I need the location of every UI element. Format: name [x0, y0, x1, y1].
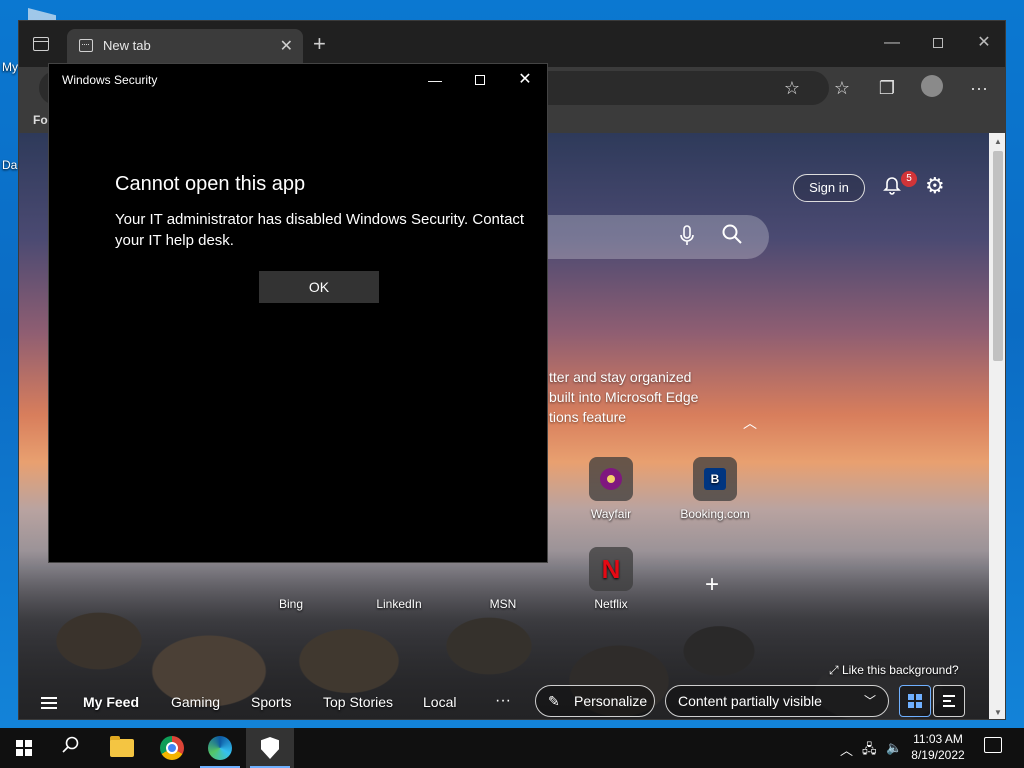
add-quick-link-icon[interactable]: +	[705, 571, 719, 599]
feed-tab-sports[interactable]: Sports	[251, 694, 291, 710]
promo-line: tions feature	[549, 409, 627, 425]
list-icon	[943, 695, 955, 707]
page-scrollbar[interactable]: ▲ ▼	[989, 133, 1005, 719]
volume-icon[interactable]: 🔈	[886, 740, 902, 756]
chevron-up-icon[interactable]: ︿	[743, 413, 757, 433]
action-center-icon[interactable]	[984, 737, 1002, 753]
grid-icon	[908, 694, 922, 708]
scroll-up-arrow-icon[interactable]: ▲	[994, 137, 1002, 146]
file-explorer-button[interactable]	[98, 728, 146, 768]
minimize-button[interactable]: —	[877, 31, 907, 55]
netflix-icon: N	[589, 547, 633, 591]
quick-link-wayfair[interactable]: Wayfair	[571, 457, 651, 521]
quick-link-bing[interactable]: Bing	[251, 597, 331, 611]
feed-tab-gaming[interactable]: Gaming	[171, 694, 220, 710]
tab-actions-icon[interactable]	[33, 37, 49, 51]
dialog-maximize-button[interactable]	[460, 68, 500, 92]
new-tab-icon	[79, 39, 93, 52]
network-icon[interactable]: 🖧	[862, 740, 877, 762]
quick-link-label: MSN	[489, 597, 517, 611]
feed-tab-top-stories[interactable]: Top Stories	[323, 694, 393, 710]
promo-line: built into Microsoft Edge	[549, 389, 699, 405]
dialog-message: Your IT administrator has disabled Windo…	[115, 211, 525, 249]
windows-security-button[interactable]	[246, 728, 294, 768]
edge-button[interactable]	[196, 728, 244, 768]
clock-date: 8/19/2022	[911, 748, 965, 762]
quick-link-label: Netflix	[594, 597, 628, 611]
chevron-down-icon: ﹀	[863, 694, 876, 708]
dialog-close-button[interactable]: ✕	[505, 68, 545, 92]
profile-avatar-icon[interactable]	[921, 75, 943, 97]
like-background-label: Like this background?	[841, 663, 959, 677]
close-tab-icon[interactable]: ✕	[280, 36, 293, 56]
desktop-icon-label[interactable]: My	[2, 60, 18, 74]
microphone-icon[interactable]	[679, 225, 695, 253]
tab-new-tab[interactable]: New tab ✕	[67, 29, 303, 63]
content-visibility-label: Content partially visible	[678, 693, 822, 709]
edge-icon	[208, 736, 232, 760]
feed-more-icon[interactable]: ···	[495, 692, 511, 710]
page-settings-gear-icon[interactable]: ⚙	[925, 173, 945, 199]
shield-icon	[261, 737, 279, 759]
close-window-button[interactable]: ✕	[969, 31, 999, 55]
quick-link-netflix[interactable]: N Netflix	[571, 547, 651, 611]
content-visibility-dropdown[interactable]: Content partially visible ﹀	[665, 685, 889, 717]
feed-navigation-bar: My Feed Gaming Sports Top Stories Local …	[19, 685, 989, 719]
booking-icon: B	[693, 457, 737, 501]
maximize-button[interactable]	[923, 31, 953, 55]
grid-layout-button[interactable]	[899, 685, 931, 717]
promo-line: tter and stay organized	[549, 369, 692, 385]
chrome-icon	[160, 736, 184, 760]
search-icon[interactable]	[721, 223, 743, 245]
dialog-heading: Cannot open this app	[115, 173, 306, 195]
quick-link-booking[interactable]: B Booking.com	[675, 457, 755, 521]
windows-security-dialog: Windows Security — ✕ Cannot open this ap…	[48, 63, 548, 563]
desktop-icon-label[interactable]: Da	[2, 158, 17, 172]
ok-button[interactable]: OK	[259, 271, 379, 303]
sign-in-button[interactable]: Sign in	[793, 174, 865, 202]
edge-titlebar: New tab ✕ + — ✕	[19, 21, 1005, 67]
scroll-thumb[interactable]	[993, 151, 1003, 361]
tab-title: New tab	[103, 38, 151, 53]
show-hidden-icons-chevron-icon[interactable]: ︿	[840, 740, 853, 759]
clock-time: 11:03 AM	[913, 732, 963, 746]
pencil-icon: ✎	[548, 693, 560, 709]
quick-link-label: Booking.com	[680, 507, 750, 521]
personalize-button[interactable]: ✎ Personalize	[535, 685, 655, 717]
quick-link-label: Wayfair	[590, 507, 632, 521]
collections-icon[interactable]: ❐	[874, 75, 900, 101]
scroll-down-arrow-icon[interactable]: ▼	[994, 708, 1002, 717]
quick-link-linkedin[interactable]: LinkedIn	[359, 597, 439, 611]
quick-link-label: LinkedIn	[376, 597, 422, 611]
new-tab-plus-icon[interactable]: +	[313, 31, 326, 57]
system-clock[interactable]: 11:03 AM 8/19/2022	[908, 731, 968, 763]
dialog-title: Windows Security	[62, 73, 158, 87]
collections-promo: tter and stay organized built into Micro…	[549, 367, 698, 427]
expand-arrows-icon: ⤢	[829, 663, 839, 677]
quick-link-label: Bing	[278, 597, 304, 611]
like-background-link[interactable]: ⤢ Like this background?	[829, 663, 959, 678]
feed-tab-local[interactable]: Local	[423, 694, 456, 710]
taskbar-search-icon[interactable]	[62, 736, 80, 759]
folder-icon	[110, 736, 134, 757]
hamburger-menu-icon[interactable]	[41, 697, 57, 709]
start-windows-icon[interactable]	[16, 740, 32, 756]
personalize-label: Personalize	[574, 693, 648, 709]
chrome-button[interactable]	[148, 728, 196, 768]
dialog-minimize-button[interactable]: —	[415, 68, 455, 92]
feed-tab-my-feed[interactable]: My Feed	[83, 694, 139, 710]
favorites-icon[interactable]: ☆	[829, 75, 855, 101]
more-options-icon[interactable]: ···	[966, 75, 992, 101]
add-favorite-icon[interactable]: ☆	[779, 75, 805, 101]
taskbar: ︿ 🖧 🔈 11:03 AM 8/19/2022	[0, 728, 1024, 768]
notification-count-badge: 5	[901, 171, 917, 187]
quick-link-msn[interactable]: MSN	[463, 597, 543, 611]
list-layout-button[interactable]	[933, 685, 965, 717]
wayfair-icon	[589, 457, 633, 501]
